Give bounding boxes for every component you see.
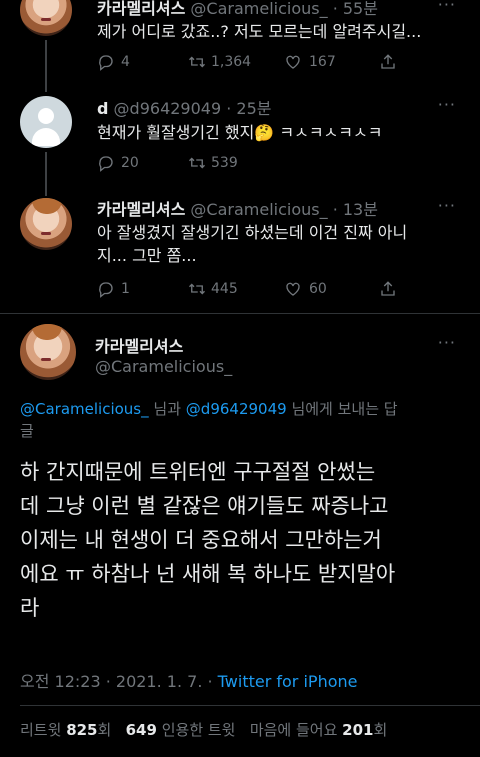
avatar-body <box>32 128 60 146</box>
tweet-header: d @d96429049 · 25분 <box>97 99 272 118</box>
tweet-actions: 4 1,364 167 <box>97 53 397 71</box>
handle[interactable]: @Caramelicious_ <box>190 0 327 18</box>
reply-count: 4 <box>121 54 130 70</box>
timestamp[interactable]: 25분 <box>236 99 271 118</box>
share-icon <box>381 54 395 69</box>
timestamp[interactable]: 55분 <box>343 0 378 18</box>
main-text-line: 이제는 내 현생이 더 중요해서 그만하는거 <box>20 528 382 552</box>
divider <box>20 705 480 706</box>
reply-icon <box>99 282 113 298</box>
display-name[interactable]: 카라멜리셔스 <box>95 333 183 357</box>
retweet-count: 445 <box>211 281 238 297</box>
timestamp[interactable]: 오전 12:23 · 2021. 1. 7. · <box>20 672 218 691</box>
like-count: 167 <box>309 54 336 70</box>
retweets-stat[interactable]: 리트윗 825회 <box>20 721 111 739</box>
main-text-line: 하 간지때문에 트위터엔 구구절절 안썼는 <box>20 460 376 484</box>
more-icon[interactable]: ··· <box>438 95 456 114</box>
tweet-header: 카라멜리셔스 @Caramelicious_ · 13분 <box>97 200 378 219</box>
tweet-text: 현재가 훨잘생기긴 했지🤔 ㅋㅅㅋㅅㅋㅅㅋ <box>97 123 383 142</box>
like-button[interactable]: 167 <box>283 53 379 71</box>
avatar[interactable] <box>20 198 72 250</box>
avatar[interactable] <box>20 96 72 148</box>
handle[interactable]: @d96429049 <box>114 99 222 118</box>
retweet-icon <box>189 157 205 169</box>
retweet-button[interactable]: 445 <box>187 280 283 298</box>
source-link[interactable]: Twitter for iPhone <box>218 672 358 691</box>
main-text-line: 데 그냥 이런 별 같잖은 얘기들도 짜증나고 <box>20 494 389 518</box>
reply-connector: 님과 <box>153 400 182 418</box>
likes-stat[interactable]: 마음에 들어요 201회 <box>250 721 387 739</box>
tweet-text-line: 지... 그만 쫌... <box>97 246 197 265</box>
display-name[interactable]: d <box>97 99 108 118</box>
avatar[interactable] <box>20 0 72 36</box>
more-icon[interactable]: ··· <box>438 333 456 352</box>
reply-context: @Caramelicious_ 님과 @d96429049 님에게 보내는 답 … <box>20 398 465 442</box>
reply-suffix: 글 <box>20 422 34 440</box>
tweet-meta: 오전 12:23 · 2021. 1. 7. · Twitter for iPh… <box>20 668 357 692</box>
share-button[interactable] <box>379 280 397 298</box>
main-text-line: 라 <box>20 596 40 620</box>
retweet-icon <box>189 283 205 295</box>
reply-icon <box>99 156 113 172</box>
reply-button[interactable]: 4 <box>97 53 187 71</box>
reply-count: 1 <box>121 281 130 297</box>
retweet-button[interactable]: 539 <box>187 154 283 172</box>
more-icon[interactable]: ··· <box>438 0 456 14</box>
reply-button[interactable]: 20 <box>97 154 187 172</box>
divider <box>0 313 480 314</box>
retweet-count: 539 <box>211 155 238 171</box>
handle[interactable]: @Caramelicious_ <box>95 357 232 376</box>
tweet-actions: 20 539 <box>97 154 283 172</box>
mention-link[interactable]: @Caramelicious_ <box>20 400 149 418</box>
like-count: 60 <box>309 281 327 297</box>
timestamp[interactable]: 13분 <box>343 200 378 219</box>
share-icon <box>381 281 395 296</box>
thread-line <box>45 40 47 92</box>
retweet-icon <box>189 56 205 68</box>
reply-icon <box>99 55 113 71</box>
retweet-count: 1,364 <box>211 54 252 70</box>
heart-icon <box>286 282 300 296</box>
reply-button[interactable]: 1 <box>97 280 187 298</box>
main-tweet-text: 하 간지때문에 트위터엔 구구절절 안썼는 데 그냥 이런 별 같잖은 얘기들도… <box>20 455 395 625</box>
quotes-stat[interactable]: 649 인용한 트윗 <box>126 721 236 739</box>
display-name[interactable]: 카라멜리셔스 <box>97 200 185 219</box>
display-name[interactable]: 카라멜리셔스 <box>97 0 185 18</box>
heart-icon <box>286 55 300 69</box>
retweet-button[interactable]: 1,364 <box>187 53 283 71</box>
avatar[interactable] <box>20 324 76 380</box>
more-icon[interactable]: ··· <box>438 196 456 215</box>
tweet-text-line: 아 잘생겼지 잘생기긴 하셨는데 이건 진짜 아니 <box>97 223 408 242</box>
reply-suffix: 님에게 보내는 답 <box>291 400 398 418</box>
mention-link[interactable]: @d96429049 <box>186 400 287 418</box>
thread-line <box>45 152 47 196</box>
reply-count: 20 <box>121 155 139 171</box>
handle[interactable]: @Caramelicious_ <box>190 200 327 219</box>
share-button[interactable] <box>379 53 397 71</box>
tweet-header: 카라멜리셔스 @Caramelicious_ · 55분 <box>97 0 378 18</box>
tweet-actions: 1 445 60 <box>97 280 397 298</box>
tweet-text: 제가 어디로 갔죠..? 저도 모르는데 알려주시길... <box>97 22 422 41</box>
like-button[interactable]: 60 <box>283 280 379 298</box>
avatar-head <box>38 108 54 124</box>
tweet-stats: 리트윗 825회 649 인용한 트윗 마음에 들어요 201회 <box>20 719 387 740</box>
main-text-line: 에요 ㅠ 하참나 넌 새해 복 하나도 받지말아 <box>20 562 396 586</box>
